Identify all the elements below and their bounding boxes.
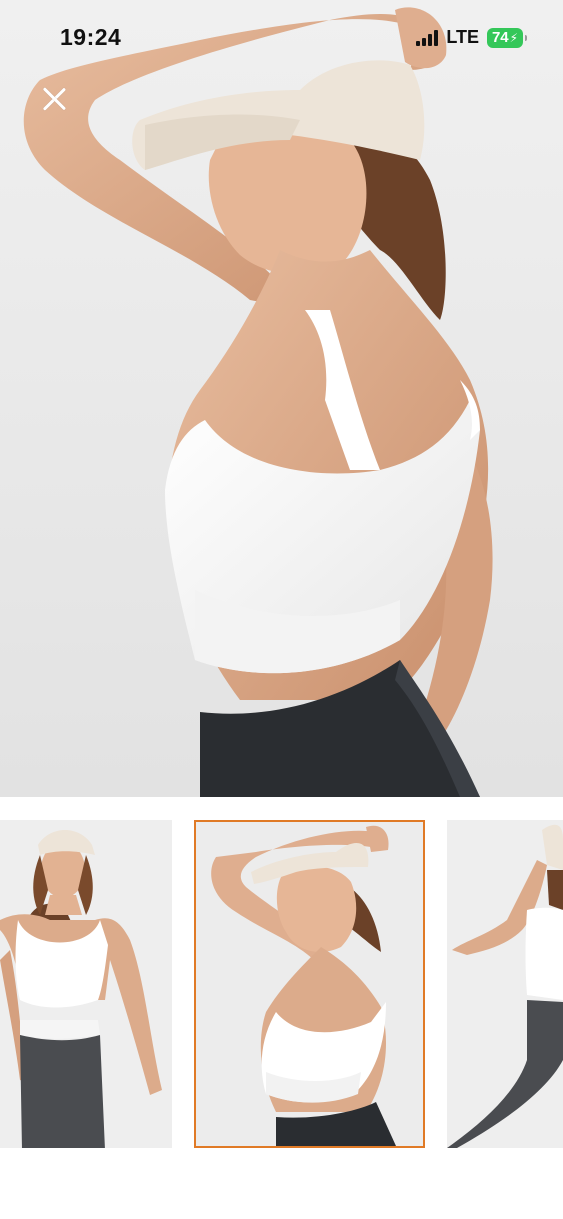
main-product-photo <box>0 0 563 797</box>
thumbnail-photo <box>447 820 563 1148</box>
thumbnail-side-view[interactable] <box>447 820 563 1148</box>
product-image-viewer: 19:24 LTE 74 ⚡ <box>0 0 563 1219</box>
battery-level: 74 <box>491 29 509 46</box>
thumbnail-front-view[interactable] <box>0 820 172 1148</box>
main-product-image[interactable] <box>0 0 563 797</box>
battery-icon: 74 ⚡ <box>487 27 527 48</box>
network-label: LTE <box>446 27 479 47</box>
close-icon[interactable] <box>34 80 74 120</box>
thumbnail-photo <box>196 822 423 1146</box>
status-indicators: LTE 74 ⚡ <box>416 27 527 48</box>
charging-bolt-icon: ⚡ <box>509 30 519 45</box>
thumbnail-back-view-selected[interactable] <box>194 820 425 1148</box>
status-bar: 19:24 LTE 74 ⚡ <box>0 0 563 76</box>
signal-icon <box>416 29 439 46</box>
status-time: 19:24 <box>60 24 122 50</box>
thumbnail-strip <box>0 820 563 1148</box>
thumbnail-photo <box>0 820 172 1148</box>
